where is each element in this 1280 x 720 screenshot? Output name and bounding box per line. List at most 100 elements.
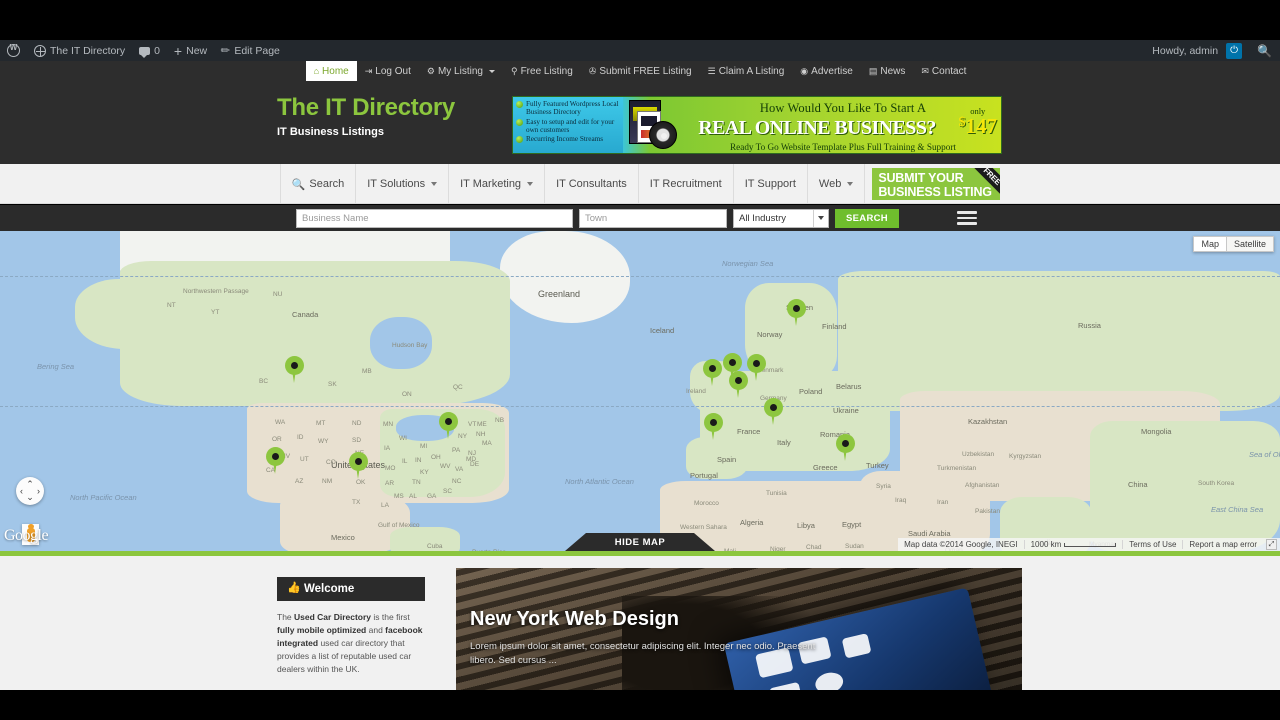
map-report-error-link[interactable]: Report a map error [1182, 540, 1263, 549]
nav-item-log-out[interactable]: ⇥ Log Out [357, 61, 419, 81]
nav-item-free-listing-label: Free Listing [520, 65, 573, 77]
map-label: South Korea [1198, 480, 1235, 487]
hide-map-button[interactable]: HIDE MAP [565, 533, 715, 551]
pan-control-icon[interactable]: ⌃ ⌄ ‹ › [16, 477, 44, 505]
banner-bullet-list: Fully Featured Wordpress Local Business … [513, 97, 623, 153]
howdy-account-menu[interactable]: Howdy, admin ⏻ [1145, 40, 1249, 61]
site-name-label: The IT Directory [50, 44, 126, 57]
pin-uk-ireland[interactable] [703, 359, 722, 386]
map-label: WA [275, 419, 286, 426]
map-label: SK [328, 381, 337, 388]
map-alaska [75, 279, 185, 349]
nav-item-free-listing[interactable]: ⚲ Free Listing [503, 61, 581, 81]
map-label: TX [352, 499, 361, 506]
business-name-input[interactable]: Business Name [296, 208, 573, 228]
map-label: Greenland [538, 289, 581, 299]
pin-us-california[interactable] [266, 447, 285, 474]
search-submit-button[interactable]: SEARCH [835, 208, 899, 228]
category-item-it-consultants-label: IT Consultants [556, 178, 627, 190]
map-label: China [1128, 480, 1148, 489]
banner-line-1: How Would You Like To Start A [759, 101, 927, 115]
map-label: OH [431, 454, 441, 461]
map-east-asia [1090, 421, 1280, 551]
google-map[interactable]: GreenlandIcelandNorwegian SeaSwedenNorwa… [0, 231, 1280, 551]
pin-sweden[interactable] [787, 299, 806, 326]
new-content-button[interactable]: + New [167, 40, 214, 61]
map-label: Egypt [842, 520, 862, 529]
fullscreen-expand-icon[interactable]: ⤢ [1266, 539, 1277, 550]
nav-item-contact[interactable]: ✉ Contact [913, 61, 974, 81]
map-label: Hudson Bay [392, 342, 428, 349]
map-label: NB [495, 417, 505, 424]
map-label: ON [402, 391, 412, 398]
map-label: VA [455, 466, 464, 473]
nav-item-submit-free-listing[interactable]: ✇ Submit FREE Listing [581, 61, 700, 81]
category-item-web[interactable]: Web [808, 164, 866, 204]
map-terms-link[interactable]: Terms of Use [1122, 540, 1182, 549]
map-label: Norwegian Sea [722, 259, 774, 268]
map-label: AR [385, 480, 395, 487]
widget-text-bold: Used Car Directory [294, 612, 372, 622]
widget-text: is the first [371, 612, 410, 622]
map-gridline [0, 406, 1280, 407]
category-item-it-consultants[interactable]: IT Consultants [545, 164, 639, 204]
chevron-down-icon [527, 182, 534, 186]
power-icon[interactable]: ⏻ [1226, 42, 1243, 59]
map-label: MD [466, 456, 477, 463]
map-type-satellite-button[interactable]: Satellite [1226, 236, 1274, 252]
map-label: Cuba [427, 543, 443, 550]
pin-spain[interactable] [704, 413, 723, 440]
map-label: SD [352, 437, 362, 444]
google-watermark: Google [4, 527, 49, 544]
site-logo[interactable]: The IT Directory IT Business Listings [277, 94, 455, 138]
map-label: Kazakhstan [968, 417, 1008, 426]
category-item-search[interactable]: 🔍 Search [279, 164, 357, 204]
nav-item-my-listing-label: My Listing [437, 65, 483, 77]
category-item-it-recruitment-label: IT Recruitment [649, 178, 722, 190]
map-label: Morocco [694, 500, 719, 507]
edit-page-label: Edit Page [234, 44, 280, 57]
widget-text: The [277, 612, 295, 622]
category-item-it-solutions[interactable]: IT Solutions [356, 164, 450, 204]
nav-item-my-listing[interactable]: ⚙ My Listing [419, 61, 503, 81]
nav-item-home[interactable]: ⌂ Home [305, 61, 357, 81]
town-input[interactable]: Town [579, 208, 727, 228]
nav-item-advertise[interactable]: ◉ Advertise [792, 61, 861, 81]
submit-business-listing-button[interactable]: SUBMIT YOUR BUSINESS LISTING FREE [872, 168, 1001, 200]
banner-price-amount: 147 [965, 113, 998, 138]
wordpress-logo-button[interactable] [0, 40, 27, 61]
edit-page-button[interactable]: ✎ Edit Page [214, 40, 287, 61]
pin-us-northeast[interactable] [439, 412, 458, 439]
pin-turkey[interactable] [836, 434, 855, 461]
banner-advertisement[interactable]: Fully Featured Wordpress Local Business … [512, 96, 1002, 154]
featured-post-title: New York Web Design [470, 608, 679, 630]
category-item-it-recruitment[interactable]: IT Recruitment [639, 164, 734, 204]
pin-canada-alberta[interactable] [285, 356, 304, 383]
industry-select[interactable]: All Industry [733, 208, 829, 228]
category-item-it-marketing[interactable]: IT Marketing [449, 164, 546, 204]
map-label: Bering Sea [37, 362, 75, 371]
map-label: Iran [937, 499, 949, 506]
map-label: Gulf of Mexico [378, 522, 420, 529]
map-gridline [0, 276, 1280, 277]
category-item-it-support[interactable]: IT Support [734, 164, 808, 204]
hamburger-icon[interactable] [957, 211, 977, 225]
map-label: MB [362, 368, 372, 375]
pin-italy-north[interactable] [764, 398, 783, 425]
map-label: Pakistan [975, 508, 1000, 515]
map-type-map-button[interactable]: Map [1193, 236, 1227, 252]
nav-item-claim-a-listing[interactable]: ☰ Claim A Listing [700, 61, 793, 81]
search-bar: Business Name Town All Industry SEARCH [0, 205, 1280, 231]
pin-denmark[interactable] [747, 354, 766, 381]
search-icon[interactable]: 🔍 [1257, 44, 1272, 58]
map-label: ID [297, 434, 304, 441]
search-icon: 🔍 [291, 178, 306, 191]
featured-post-card[interactable]: New York Web Design Lorem ipsum dolor si… [456, 568, 1022, 690]
comments-button[interactable]: 0 [132, 40, 167, 61]
pin-us-texas[interactable] [349, 452, 368, 479]
nav-item-news[interactable]: ▤ News [861, 61, 914, 81]
pin-uk-south[interactable] [729, 371, 748, 398]
nav-item-contact-label: Contact [931, 65, 967, 77]
gear-icon: ⚙ [426, 65, 435, 76]
site-name-button[interactable]: The IT Directory [27, 40, 132, 61]
